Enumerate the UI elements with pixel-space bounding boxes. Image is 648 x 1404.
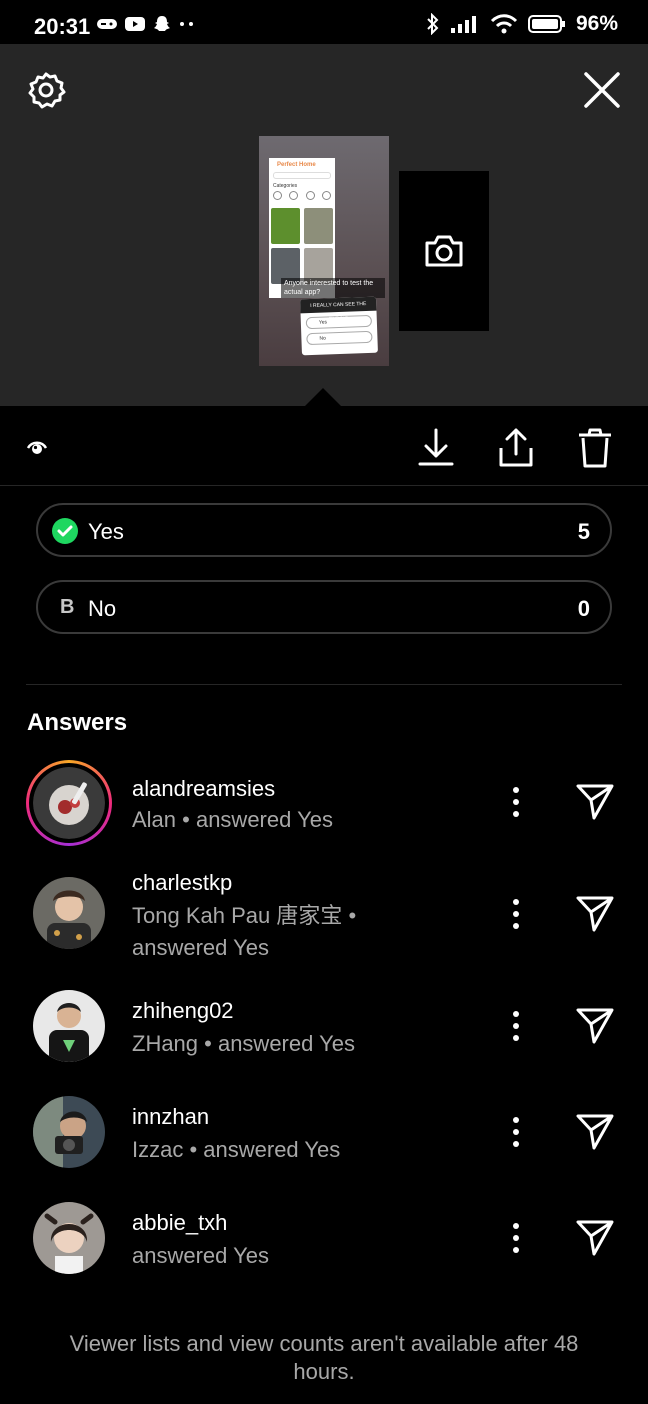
poll-option-count: 0 bbox=[577, 596, 590, 621]
notification-icons bbox=[96, 14, 196, 34]
answer-row[interactable]: charlestkp Tong Kah Pau 唐家宝 • answered Y… bbox=[0, 866, 648, 966]
status-right: 96% bbox=[426, 12, 618, 36]
answer-row[interactable]: zhiheng02 ZHang • answered Yes bbox=[0, 990, 648, 1070]
answer-username[interactable]: charlestkp bbox=[132, 870, 232, 896]
send-message-icon[interactable] bbox=[574, 892, 616, 934]
more-options-icon[interactable] bbox=[504, 784, 528, 820]
send-message-icon[interactable] bbox=[574, 780, 616, 822]
status-time: 20:31 bbox=[34, 14, 91, 39]
answer-row[interactable]: innzhan Izzac • answered Yes bbox=[0, 1096, 648, 1176]
selected-pointer bbox=[305, 388, 341, 406]
viewers-eye-icon[interactable] bbox=[26, 438, 48, 458]
poll-option-label: No bbox=[88, 596, 117, 621]
wifi-icon bbox=[490, 14, 518, 34]
viewer-list-notice: Viewer lists and view counts aren't avai… bbox=[69, 1331, 579, 1384]
answer-username[interactable]: abbie_txh bbox=[132, 1210, 227, 1236]
poll-result-no: B No 0 bbox=[36, 580, 612, 634]
status-bar: 20:31 96% bbox=[0, 0, 648, 44]
snapchat-icon bbox=[154, 16, 170, 31]
poll-option-label: Yes bbox=[88, 519, 124, 544]
story-thumbnail[interactable]: Perfect Home Categories Anyone intereste… bbox=[259, 136, 389, 366]
check-badge-icon bbox=[52, 518, 78, 544]
more-options-icon[interactable] bbox=[504, 1114, 528, 1150]
avatar[interactable] bbox=[33, 1096, 105, 1168]
story-caption: Anyone interested to test the actual app… bbox=[281, 278, 385, 298]
poll-result-yes: Yes 5 bbox=[36, 503, 612, 557]
answer-subtitle: Izzac • answered Yes bbox=[132, 1137, 341, 1162]
more-options-icon[interactable] bbox=[504, 1008, 528, 1044]
game-controller-icon bbox=[97, 19, 117, 29]
poll-sticker: I REALLY CAN SEE THE ENDING Yes No bbox=[300, 296, 378, 356]
more-options-icon[interactable] bbox=[504, 896, 528, 932]
settings-gear-icon[interactable] bbox=[26, 70, 66, 110]
section-divider bbox=[26, 684, 622, 685]
share-icon[interactable] bbox=[496, 426, 536, 470]
youtube-icon bbox=[125, 17, 145, 31]
phone-category-icons bbox=[273, 191, 331, 201]
poll-option-count: 5 bbox=[577, 519, 590, 544]
avatar[interactable] bbox=[33, 877, 105, 949]
more-options-icon[interactable] bbox=[504, 1220, 528, 1256]
avatar[interactable] bbox=[33, 1202, 105, 1274]
more-notifications-icon bbox=[180, 22, 193, 26]
answer-subtitle: Tong Kah Pau 唐家宝 • answered Yes bbox=[132, 903, 357, 960]
new-story-camera-tile[interactable] bbox=[399, 171, 489, 331]
send-message-icon[interactable] bbox=[574, 1110, 616, 1152]
download-icon[interactable] bbox=[416, 426, 456, 470]
answers-heading: Answers bbox=[27, 709, 128, 736]
camera-icon bbox=[425, 235, 463, 267]
poll-option-letter: B bbox=[60, 596, 75, 618]
story-actions-toolbar bbox=[0, 406, 648, 486]
send-message-icon[interactable] bbox=[574, 1216, 616, 1258]
phone-app-title: Perfect Home bbox=[277, 162, 316, 168]
answer-subtitle: answered Yes bbox=[132, 1243, 269, 1268]
screenshot-image: Perfect Home Categories bbox=[269, 158, 335, 298]
answer-username[interactable]: zhiheng02 bbox=[132, 998, 234, 1024]
answer-subtitle: ZHang • answered Yes bbox=[132, 1031, 355, 1056]
poll-sticker-question: I REALLY CAN SEE THE ENDING bbox=[300, 296, 377, 322]
phone-search-bar bbox=[273, 172, 331, 179]
send-message-icon[interactable] bbox=[574, 1004, 616, 1046]
poll-sticker-option: No bbox=[306, 330, 373, 346]
trash-icon[interactable] bbox=[575, 426, 615, 470]
battery-icon bbox=[527, 15, 565, 33]
avatar[interactable] bbox=[33, 990, 105, 1062]
answer-row[interactable]: alandreamsies Alan • answered Yes bbox=[0, 758, 648, 848]
phone-tile bbox=[304, 208, 333, 244]
answer-row[interactable]: abbie_txh answered Yes bbox=[0, 1202, 648, 1282]
answer-username[interactable]: alandreamsies bbox=[132, 776, 275, 802]
phone-tile bbox=[271, 208, 300, 244]
answer-subtitle: Alan • answered Yes bbox=[132, 807, 333, 832]
avatar[interactable] bbox=[33, 767, 105, 839]
battery-percent: 96% bbox=[575, 12, 618, 35]
phone-categories-label: Categories bbox=[273, 183, 298, 189]
bluetooth-icon bbox=[427, 13, 439, 35]
close-icon[interactable] bbox=[582, 70, 622, 110]
signal-icon bbox=[450, 16, 476, 33]
answer-username[interactable]: innzhan bbox=[132, 1104, 209, 1130]
